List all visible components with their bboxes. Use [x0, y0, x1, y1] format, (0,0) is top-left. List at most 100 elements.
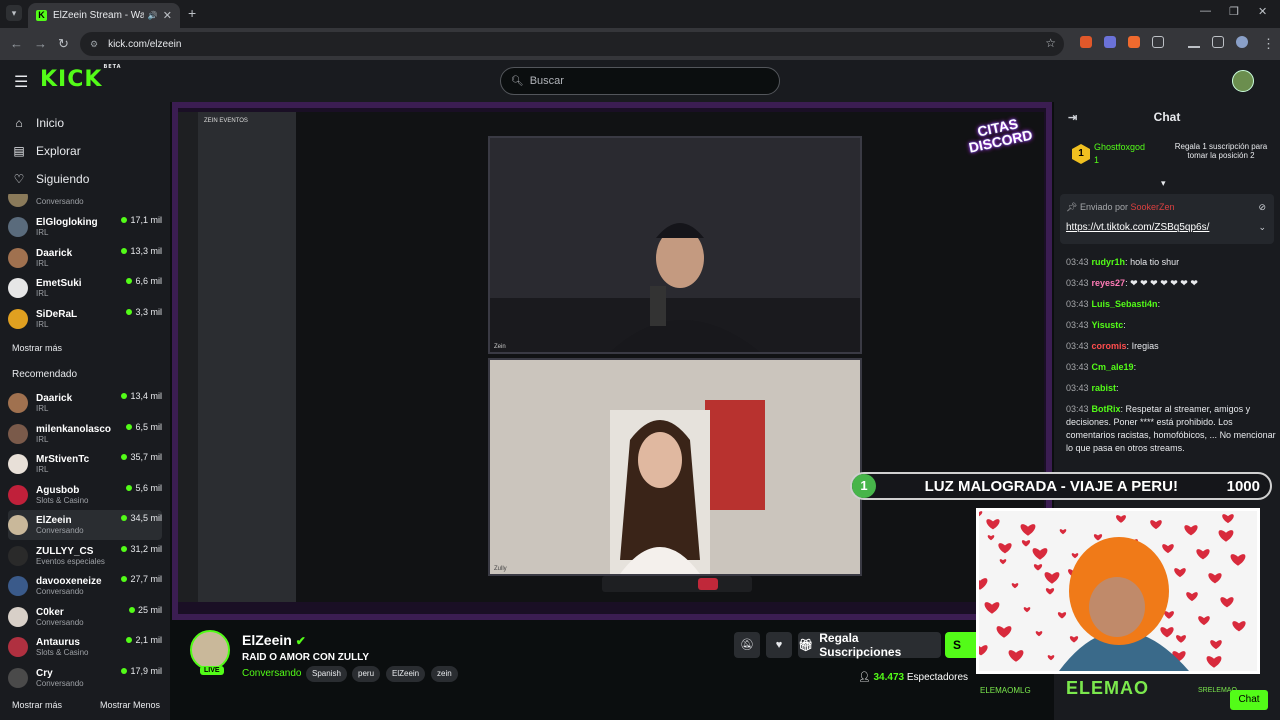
close-window-button[interactable]: ✕	[1258, 5, 1267, 18]
channel-category: IRL	[36, 319, 49, 329]
tag[interactable]: zein	[431, 666, 458, 682]
sidebar-channel-cry[interactable]: Cry Conversando 17,9 mil	[8, 663, 162, 693]
sidebar-channel-emetsuki[interactable]: EmetSuki IRL 6,6 mil	[8, 273, 162, 303]
recommended-show-more[interactable]: Mostrar más	[12, 700, 62, 710]
site-info-icon[interactable]: ⚙	[90, 39, 98, 50]
forward-icon[interactable]: →	[34, 36, 47, 51]
extension-icon[interactable]	[1080, 36, 1092, 48]
sidebar-channel-partial[interactable]: Conversando	[8, 194, 162, 208]
channel-avatar	[8, 308, 28, 329]
pinned-user[interactable]: SookerZen	[1131, 202, 1175, 212]
message-user[interactable]: Cm_ale19	[1092, 362, 1134, 372]
sidebar-channel-elzeein[interactable]: ElZeein Conversando 34,5 mil	[8, 510, 162, 540]
message-user[interactable]: rabist	[1092, 383, 1117, 393]
beta-label: BETA	[103, 63, 122, 70]
nav-explore[interactable]: ▤ Explorar	[12, 144, 80, 158]
message-user[interactable]: coromis	[1092, 341, 1127, 351]
url-field[interactable]: ⚙ kick.com/elzeein ☆	[80, 32, 1064, 56]
maximize-button[interactable]: ❐	[1229, 5, 1239, 18]
channel-avatar[interactable]	[190, 630, 230, 670]
follow-heart-icon[interactable]: ♥	[766, 632, 792, 658]
message-time: 03:43	[1066, 320, 1089, 330]
audio-icon[interactable]: 🔊	[148, 11, 158, 20]
nav-following[interactable]: ♡ Siguiendo	[12, 172, 90, 186]
heart-icon	[1032, 548, 1048, 560]
message-user[interactable]: Yisustc	[1092, 320, 1124, 330]
new-tab-button[interactable]: +	[188, 5, 196, 21]
pinned-by-label: Enviado por	[1079, 202, 1128, 212]
profile-icon[interactable]	[1236, 36, 1248, 48]
channel-viewers: 17,9 mil	[130, 665, 162, 676]
chevron-down-icon[interactable]: ⌄	[1258, 222, 1266, 233]
sidebar-channel-daarick[interactable]: Daarick IRL 13,4 mil	[8, 388, 162, 418]
channel-viewers: 2,1 mil	[135, 635, 162, 645]
nav-home[interactable]: ⌂ Inicio	[12, 116, 64, 130]
channel-name[interactable]: ElZeein ✔	[242, 632, 306, 648]
tag[interactable]: Spanish	[306, 666, 347, 682]
sidebar-channel-c0ker[interactable]: C0ker Conversando 25 mil	[8, 602, 162, 632]
hamburger-menu-icon[interactable]: ☰	[14, 72, 28, 92]
back-icon[interactable]: ←	[10, 36, 23, 51]
close-tab-icon[interactable]: ✕	[163, 9, 172, 22]
sidebar-channel-agusbob[interactable]: Agusbob Slots & Casino 5,6 mil	[8, 480, 162, 510]
mute-notifications-icon[interactable]: 🔕︎	[734, 632, 760, 658]
live-dot-icon	[121, 515, 128, 521]
bookmark-star-icon[interactable]: ☆	[1045, 36, 1056, 50]
message-user[interactable]: Luis_Sebasti4n	[1092, 299, 1158, 309]
search-input[interactable]: 🔍︎ Buscar	[500, 67, 780, 95]
channel-category: IRL	[36, 289, 49, 298]
chat-send-button[interactable]: Chat	[1230, 690, 1268, 710]
sidebar-channel-zullyy_cs[interactable]: ZULLYY_CS Eventos especiales 31,2 mil	[8, 541, 162, 571]
following-show-more[interactable]: Mostrar más	[12, 343, 62, 353]
tag[interactable]: peru	[352, 666, 381, 682]
browser-tab[interactable]: K ElZeein Stream - Watch Live 🔊 ✕	[28, 3, 180, 28]
extensions-puzzle-icon[interactable]	[1152, 36, 1164, 48]
message-user[interactable]: reyes27	[1092, 278, 1126, 288]
sidebar-channel-milenkanolasco[interactable]: milenkanolasco IRL 6,5 mil	[8, 419, 162, 449]
sidebar-channel-daarick[interactable]: Daarick IRL 13,3 mil	[8, 243, 162, 273]
message-user[interactable]: BotRix	[1092, 404, 1121, 414]
heart-icon	[1033, 564, 1043, 571]
recommended-show-less[interactable]: Mostrar Menos	[100, 700, 160, 710]
viewer-count: 35,7 mil	[121, 452, 162, 462]
heart-icon	[1160, 627, 1174, 638]
viewer-count: 6,6 mil	[126, 276, 162, 286]
extension-icon[interactable]	[1128, 36, 1140, 48]
extension-icon[interactable]	[1104, 36, 1116, 48]
overlay-brand: ELEMAO	[1066, 678, 1150, 698]
download-icon[interactable]	[1188, 36, 1200, 48]
reload-icon[interactable]: ↻	[58, 36, 69, 52]
message-user[interactable]: rudyr1h	[1092, 257, 1126, 267]
sidebar-channel-sideral[interactable]: SiDeRaL IRL 3,3 mil	[8, 304, 162, 334]
channel-avatar	[8, 393, 28, 413]
unpin-icon[interactable]: ⊘	[1258, 202, 1266, 213]
gifter-name[interactable]: Ghostfoxgod	[1094, 142, 1145, 152]
tag[interactable]: ElZeein	[386, 666, 426, 682]
media-icon[interactable]	[1212, 36, 1224, 48]
gift-subs-button[interactable]: 🎁︎ Regala Suscripciones	[798, 631, 941, 659]
message-time: 03:43	[1066, 362, 1089, 372]
menu-dots-icon[interactable]: ⋮	[1262, 36, 1275, 52]
sidebar-channel-elglogloking[interactable]: ElGlogloking IRL 17,1 mil	[8, 212, 162, 242]
expand-icon[interactable]: ▾	[1161, 178, 1166, 189]
collapse-chat-icon[interactable]: ⇥	[1068, 111, 1077, 124]
sidebar-channel-davooxeneize[interactable]: davooxeneize Conversando 27,7 mil	[8, 571, 162, 601]
viewer-count: 5,6 mil	[126, 483, 162, 493]
stream-category[interactable]: Conversando	[242, 668, 301, 679]
sidebar-channel-mrstiventc[interactable]: MrStivenTc IRL 35,7 mil	[8, 449, 162, 479]
heart-icon	[1057, 612, 1067, 619]
viewer-count: 6,5 mil	[126, 422, 162, 432]
user-avatar[interactable]	[1232, 70, 1254, 92]
pinned-link[interactable]: https://vt.tiktok.com/ZSBq5qp6s/	[1066, 222, 1209, 233]
goal-banner: 1 LUZ MALOGRADA - VIAJE A PERU! 1000	[850, 472, 1272, 500]
tab-search-button[interactable]: ▾	[6, 5, 22, 21]
viewer-count: 31,2 mil	[121, 544, 162, 554]
kick-logo[interactable]: KICKBETA	[40, 63, 122, 92]
channel-avatar	[8, 667, 28, 688]
sidebar-channel-antaurus[interactable]: Antaurus Slots & Casino 2,1 mil	[8, 632, 162, 662]
chat-title: Chat	[1153, 110, 1181, 124]
kick-favicon-icon: K	[36, 10, 47, 21]
video-player[interactable]: ZEIN EVENTOS Zein Zully CITAS DISCORD	[172, 102, 1052, 620]
chat-messages: 03:43 rudyr1h: hola tio shur 03:43 reyes27:…	[1066, 256, 1276, 463]
minimize-button[interactable]: —	[1200, 5, 1211, 17]
